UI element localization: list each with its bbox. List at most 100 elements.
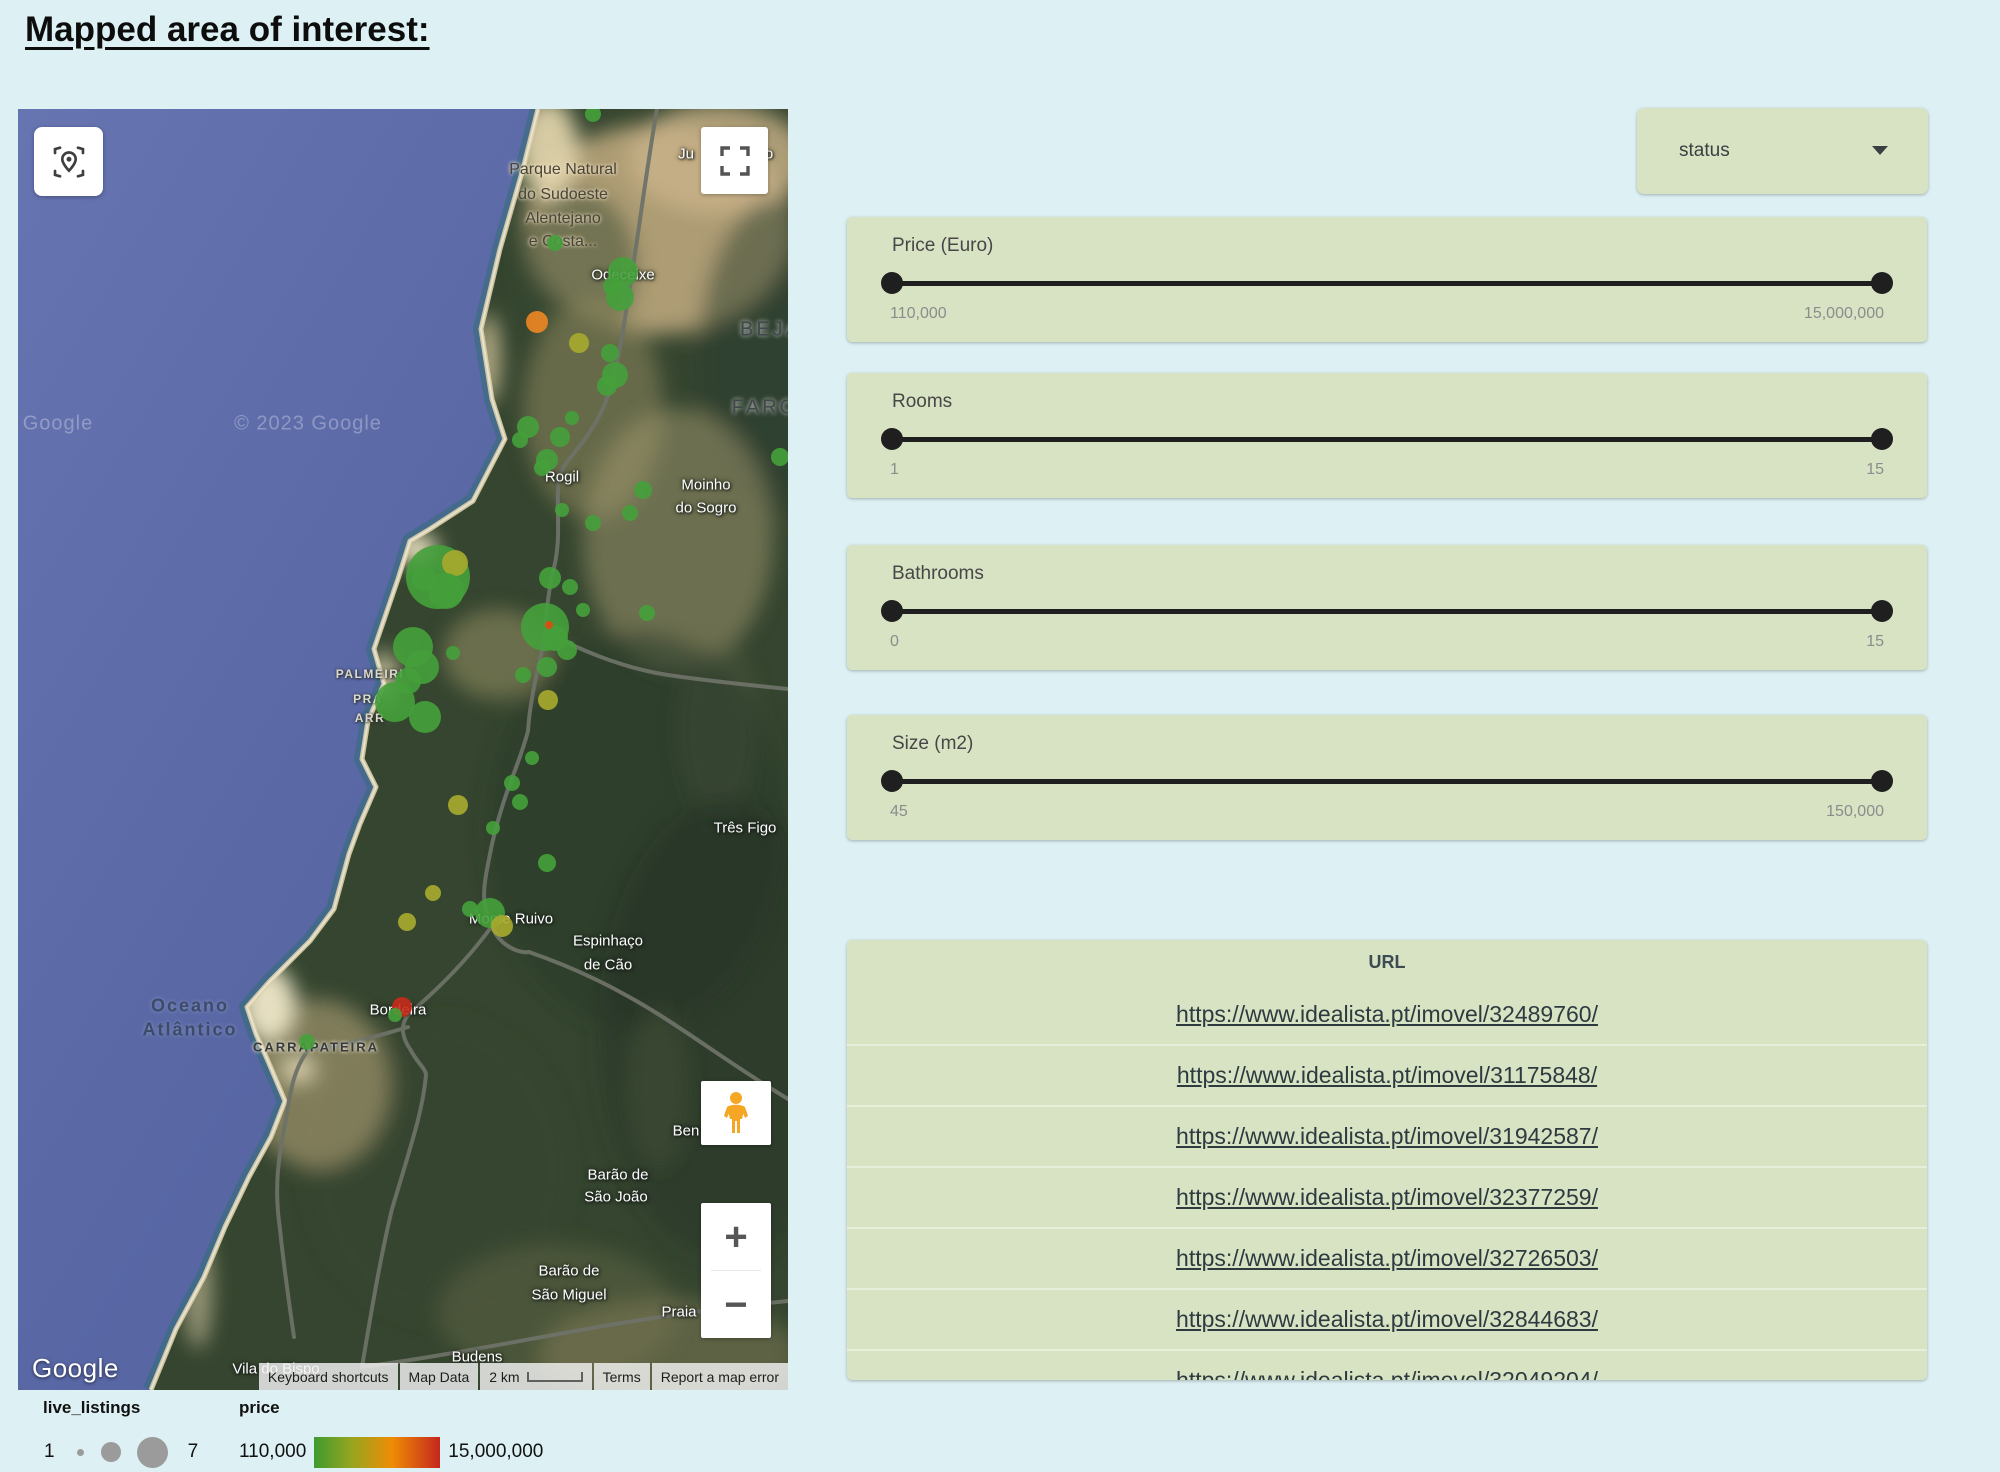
listing-marker	[425, 885, 441, 901]
price-legend-title: price	[239, 1398, 280, 1418]
fullscreen-button[interactable]	[701, 127, 768, 194]
status-dropdown[interactable]: status	[1637, 108, 1928, 194]
price-gradient-bar	[314, 1437, 440, 1468]
listing-marker	[525, 751, 539, 765]
pegman-button[interactable]	[701, 1081, 771, 1145]
size-slider-thumb-min[interactable]	[881, 770, 903, 792]
listing-marker	[537, 657, 557, 677]
listing-marker	[597, 376, 617, 396]
size-slider-track[interactable]	[892, 779, 1882, 784]
size-slider-card: Size (m2) 45 150,000	[847, 715, 1927, 840]
price-slider-card: Price (Euro) 110,000 15,000,000	[847, 217, 1927, 342]
listing-marker	[550, 427, 570, 447]
listing-marker	[462, 901, 478, 917]
rooms-slider-thumb-min[interactable]	[881, 428, 903, 450]
price-slider-min-value: 110,000	[890, 305, 947, 323]
listing-marker	[545, 621, 553, 629]
fullscreen-icon	[718, 144, 752, 178]
listing-marker	[448, 795, 468, 815]
price-legend-max: 15,000,000	[448, 1441, 543, 1463]
bathrooms-slider-min-value: 0	[890, 633, 899, 651]
bathrooms-slider-thumb-max[interactable]	[1871, 600, 1893, 622]
zoom-out-button[interactable]: −	[701, 1271, 771, 1338]
rooms-slider-max-value: 15	[1866, 461, 1884, 479]
page: { "page": {"title": "Mapped area of inte…	[0, 0, 2000, 1468]
listing-marker	[398, 913, 416, 931]
listing-marker	[491, 915, 513, 937]
size-legend-min: 1	[44, 1441, 55, 1463]
listing-marker	[504, 775, 520, 791]
listing-marker	[388, 1008, 402, 1022]
map-attribution-bar: Keyboard shortcuts Map Data 2 km Terms R…	[259, 1363, 788, 1390]
listing-marker	[515, 667, 531, 683]
listing-marker	[569, 333, 589, 353]
listing-link[interactable]: https://www.idealista.pt/imovel/32489760…	[1176, 1001, 1598, 1028]
chevron-down-icon	[1872, 146, 1888, 155]
size-slider-thumb-max[interactable]	[1871, 770, 1893, 792]
keyboard-shortcuts-link[interactable]: Keyboard shortcuts	[259, 1363, 398, 1390]
listing-marker	[486, 821, 500, 835]
listing-marker	[585, 515, 601, 531]
listing-link[interactable]: https://www.idealista.pt/imovel/31942587…	[1176, 1123, 1598, 1150]
listing-link[interactable]: https://www.idealista.pt/imovel/32844683…	[1176, 1306, 1598, 1333]
listing-marker	[299, 1034, 315, 1050]
map-scale-label: 2 km	[489, 1369, 519, 1385]
listing-marker	[512, 794, 528, 810]
scan-pin-icon	[50, 143, 88, 181]
listing-marker	[634, 481, 652, 499]
size-dot-medium	[101, 1442, 121, 1462]
listing-marker	[534, 460, 550, 476]
size-dot-large	[137, 1437, 168, 1468]
page-title: Mapped area of interest:	[25, 10, 430, 50]
zoom-in-button[interactable]: +	[701, 1203, 771, 1270]
listing-marker	[539, 567, 561, 589]
url-table-header: URL	[847, 940, 1927, 985]
price-slider-track[interactable]	[892, 281, 1882, 286]
rooms-slider-card: Rooms 1 15	[847, 373, 1927, 498]
url-table: URL https://www.idealista.pt/imovel/3248…	[847, 940, 1927, 1380]
listing-link[interactable]: https://www.idealista.pt/imovel/32726503…	[1176, 1245, 1598, 1272]
map-canvas[interactable]: Parque Naturaldo SudoesteAlentejanoe Cos…	[18, 109, 788, 1390]
map-terrain	[18, 109, 788, 1390]
google-logo[interactable]: Google	[32, 1353, 119, 1384]
rooms-slider-min-value: 1	[890, 461, 899, 479]
listing-marker	[576, 603, 590, 617]
pegman-icon	[721, 1091, 751, 1135]
listing-marker	[538, 854, 556, 872]
rooms-slider-track[interactable]	[892, 437, 1882, 442]
price-legend-min: 110,000	[239, 1441, 306, 1463]
table-row: https://www.idealista.pt/imovel/32377259…	[847, 1166, 1927, 1227]
price-slider-max-value: 15,000,000	[1804, 305, 1884, 323]
price-slider-thumb-max[interactable]	[1871, 272, 1893, 294]
size-slider-max-value: 150,000	[1826, 803, 1884, 821]
listing-marker	[557, 640, 577, 660]
status-dropdown-label: status	[1679, 140, 1730, 162]
map-scale: 2 km	[480, 1363, 591, 1390]
table-row: https://www.idealista.pt/imovel/32844683…	[847, 1288, 1927, 1349]
bathrooms-slider-track[interactable]	[892, 609, 1882, 614]
listing-marker	[412, 567, 436, 591]
listing-marker	[565, 411, 579, 425]
listing-link[interactable]: https://www.idealista.pt/imovel/31175848…	[1177, 1062, 1597, 1089]
bathrooms-slider-thumb-min[interactable]	[881, 600, 903, 622]
listing-link[interactable]: https://www.idealista.pt/imovel/32377259…	[1176, 1184, 1598, 1211]
size-legend: 1 7	[44, 1432, 198, 1472]
locate-area-button[interactable]	[34, 127, 103, 196]
rooms-slider-thumb-max[interactable]	[1871, 428, 1893, 450]
listing-link[interactable]: https://www.idealista.pt/imovel/32049204…	[1176, 1367, 1598, 1380]
listing-marker	[639, 605, 655, 621]
listing-marker	[622, 505, 638, 521]
report-map-error-link[interactable]: Report a map error	[652, 1363, 788, 1390]
map-data-link[interactable]: Map Data	[400, 1363, 479, 1390]
terms-link[interactable]: Terms	[594, 1363, 650, 1390]
bathrooms-slider-max-value: 15	[1866, 633, 1884, 651]
listing-marker	[771, 448, 788, 466]
listing-marker	[603, 277, 621, 295]
listing-marker	[446, 646, 460, 660]
table-row: https://www.idealista.pt/imovel/32049204…	[847, 1349, 1927, 1380]
listing-marker	[409, 701, 441, 733]
listing-marker	[562, 579, 578, 595]
listing-marker	[538, 690, 558, 710]
bathrooms-slider-label: Bathrooms	[892, 563, 984, 585]
price-slider-thumb-min[interactable]	[881, 272, 903, 294]
